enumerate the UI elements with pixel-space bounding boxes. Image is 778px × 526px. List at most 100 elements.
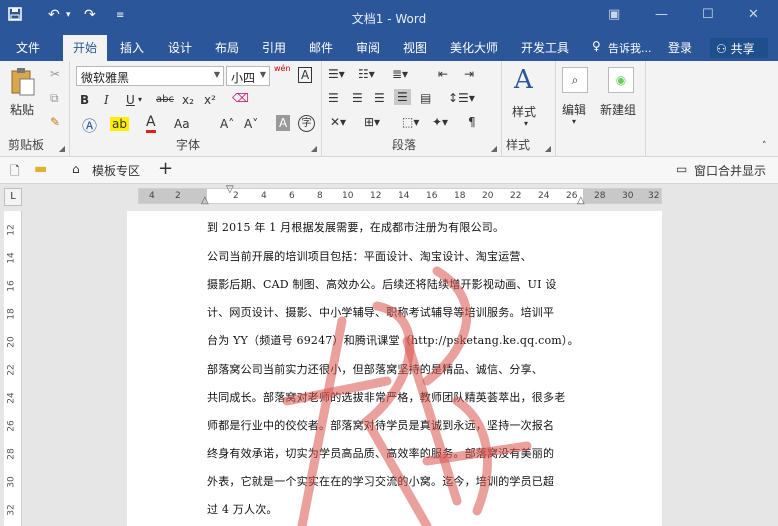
doc-line[interactable]: 摄影后期、CAD 制图、高效办公。后续还将陆续增开影视动画、UI 设 xyxy=(207,276,557,292)
shading-icon[interactable]: ⬚▾ xyxy=(402,115,419,129)
window-merge-icon[interactable]: ▭ xyxy=(676,162,687,176)
doc-line[interactable]: 计、网页设计、摄影、中小学辅导、职称考试辅导等培训服务。培训平 xyxy=(207,304,554,320)
paste-button[interactable]: 粘贴 xyxy=(10,101,34,118)
superscript-button[interactable]: x² xyxy=(204,93,216,107)
decrease-indent-icon[interactable]: ⇤ xyxy=(438,67,448,81)
font-color-button[interactable]: A xyxy=(146,115,156,133)
vertical-ruler[interactable]: 12 14 16 18 20 22 24 26 28 30 32 xyxy=(4,211,22,526)
font-size-combo[interactable]: 小四 ▼ xyxy=(226,66,270,86)
horizontal-ruler[interactable]: 4 2 2 4 6 8 10 12 14 16 18 20 22 24 26 2… xyxy=(138,184,662,206)
chinese-layout-icon[interactable]: ✕▾ xyxy=(330,115,346,129)
phonetic-guide-icon[interactable]: wén xyxy=(274,64,291,73)
ruler-tick: 24 xyxy=(6,392,17,404)
font-name-combo[interactable]: 微软雅黑 ▼ xyxy=(76,66,224,86)
right-indent-marker-icon[interactable]: △ xyxy=(577,195,585,206)
doc-line[interactable]: 终身有效承诺，切实为学员高品质、高效率的服务。部落窝没有美丽的 xyxy=(207,445,554,461)
doc-line[interactable]: 师都是行业中的佼佼者。部落窝对待学员是真诚到永远，坚持一次报名 xyxy=(207,417,554,433)
align-left-icon[interactable]: ☰ xyxy=(328,91,339,105)
paste-icon[interactable] xyxy=(10,67,36,100)
folder-icon[interactable]: ▬ xyxy=(34,161,47,177)
collapse-ribbon-icon[interactable]: ˄ xyxy=(762,141,767,151)
doc-line[interactable]: 公司当前开展的培训项目包括：平面设计、淘宝设计、淘宝运营、 xyxy=(207,248,532,264)
tell-me-icon[interactable]: ♀ xyxy=(592,39,601,53)
styles-button[interactable]: 样式 xyxy=(512,103,536,120)
login-link[interactable]: 登录 xyxy=(668,39,692,56)
doc-line[interactable]: 部落窝公司当前实力还很小，但部落窝坚持的是精品、诚信、分享、 xyxy=(207,361,543,377)
tab-view[interactable]: 视图 xyxy=(403,39,427,56)
doc-line[interactable]: 台为 YY（频道号 69247）和腾讯课堂（http://psketang.ke… xyxy=(207,332,579,348)
numbering-icon[interactable]: ☷▾ xyxy=(358,67,375,81)
ribbon-display-icon[interactable]: ▣ xyxy=(608,7,620,22)
doc-line[interactable]: 过 4 万人次。 xyxy=(207,501,278,517)
clear-format-icon[interactable]: ⌫ xyxy=(232,91,249,105)
bullets-icon[interactable]: ☰▾ xyxy=(328,67,345,81)
change-case-button[interactable]: Aa xyxy=(174,117,190,131)
tab-review[interactable]: 审阅 xyxy=(356,39,380,56)
editing-button[interactable]: 编辑 xyxy=(562,101,586,118)
sort-icon[interactable]: ✦▾ xyxy=(432,115,448,129)
align-right-icon[interactable]: ☰ xyxy=(374,91,385,105)
new-group-button[interactable]: 新建组 xyxy=(600,101,636,118)
new-group-icon[interactable]: ◉ xyxy=(608,67,634,93)
cut-icon[interactable]: ✂ xyxy=(50,67,60,81)
subscript-button[interactable]: x₂ xyxy=(182,93,194,107)
chevron-down-icon[interactable]: ▾ xyxy=(138,95,142,104)
show-marks-icon[interactable]: ¶ xyxy=(468,115,476,129)
bold-button[interactable]: B xyxy=(80,93,89,107)
distributed-icon[interactable]: ▤ xyxy=(420,91,431,105)
left-indent-marker-icon[interactable]: △ xyxy=(201,195,209,206)
tab-insert[interactable]: 插入 xyxy=(120,39,144,56)
template-tab[interactable]: 模板专区 xyxy=(92,162,140,179)
char-border-icon[interactable]: A xyxy=(298,67,313,83)
line-spacing-icon[interactable]: ↕☰▾ xyxy=(448,91,475,105)
strikethrough-button[interactable]: abc xyxy=(156,94,174,105)
highlight-icon[interactable]: ab xyxy=(110,117,129,131)
tab-beautify[interactable]: 美化大师 xyxy=(450,39,498,56)
tab-developer[interactable]: 开发工具 xyxy=(521,39,569,56)
tab-design[interactable]: 设计 xyxy=(168,39,192,56)
doc-line[interactable]: 共同成长。部落窝对老师的选拔非常严格，教师团队精英荟萃出，很多老 xyxy=(207,389,565,405)
italic-button[interactable]: I xyxy=(104,93,109,107)
minimize-icon[interactable]: — xyxy=(655,7,668,22)
close-icon[interactable]: ✕ xyxy=(748,7,759,22)
font-launcher-icon[interactable]: ◢ xyxy=(311,144,317,153)
underline-button[interactable]: U xyxy=(126,93,135,107)
doc-line[interactable]: 到 2015 年 1 月根据发展需要，在成都市注册为有限公司。 xyxy=(207,219,504,235)
tell-me-box[interactable]: 告诉我... xyxy=(608,40,652,56)
styles-icon[interactable]: A xyxy=(514,65,533,95)
maximize-icon[interactable]: ☐ xyxy=(702,7,714,22)
justify-icon[interactable]: ☰ xyxy=(394,89,411,105)
increase-indent-icon[interactable]: ⇥ xyxy=(464,67,474,81)
paragraph-launcher-icon[interactable]: ◢ xyxy=(491,144,497,153)
window-merge-button[interactable]: 窗口合并显示 xyxy=(694,162,766,179)
first-line-indent-marker-icon[interactable]: ▽ xyxy=(226,184,234,195)
char-shading-button[interactable]: A xyxy=(276,115,291,131)
new-doc-icon[interactable]: 🗋 xyxy=(10,162,20,183)
borders-icon[interactable]: ⊞▾ xyxy=(364,115,380,129)
share-button[interactable]: ⚇ 共享 xyxy=(710,38,768,58)
multilevel-list-icon[interactable]: ≣▾ xyxy=(392,67,408,81)
clipboard-launcher-icon[interactable]: ◢ xyxy=(59,144,65,153)
home-icon[interactable]: ⌂ xyxy=(72,162,80,176)
text-effect-icon[interactable]: Ⓐ xyxy=(82,115,97,136)
find-icon[interactable]: ⌕ xyxy=(562,67,588,93)
format-painter-icon[interactable]: ✎ xyxy=(50,115,60,129)
align-center-icon[interactable]: ☰ xyxy=(352,91,363,105)
chevron-down-icon[interactable]: ▾ xyxy=(524,119,528,128)
copy-icon[interactable]: ⧉ xyxy=(50,91,59,106)
tab-file[interactable]: 文件 xyxy=(16,39,40,56)
add-tab-button[interactable]: + xyxy=(158,158,173,179)
shrink-font-button[interactable]: A˅ xyxy=(244,117,258,131)
document-page[interactable]: 到 2015 年 1 月根据发展需要，在成都市注册为有限公司。 公司当前开展的培… xyxy=(127,211,662,526)
tab-mailings[interactable]: 邮件 xyxy=(309,39,333,56)
doc-line[interactable]: 外表，它就是一个实实在在的学习交流的小窝。迄今，培训的学员已超 xyxy=(207,473,554,489)
tab-stop-selector[interactable]: L xyxy=(4,188,22,206)
enclose-char-button[interactable]: 字 xyxy=(298,115,315,132)
grow-font-button[interactable]: A˄ xyxy=(220,117,234,131)
tab-references[interactable]: 引用 xyxy=(262,39,286,56)
tab-layout[interactable]: 布局 xyxy=(215,39,239,56)
clipboard-label: 剪贴板 xyxy=(8,138,45,152)
tab-home[interactable]: 开始 xyxy=(63,35,108,61)
styles-launcher-icon[interactable]: ◢ xyxy=(545,144,551,153)
chevron-down-icon[interactable]: ▾ xyxy=(572,117,576,126)
